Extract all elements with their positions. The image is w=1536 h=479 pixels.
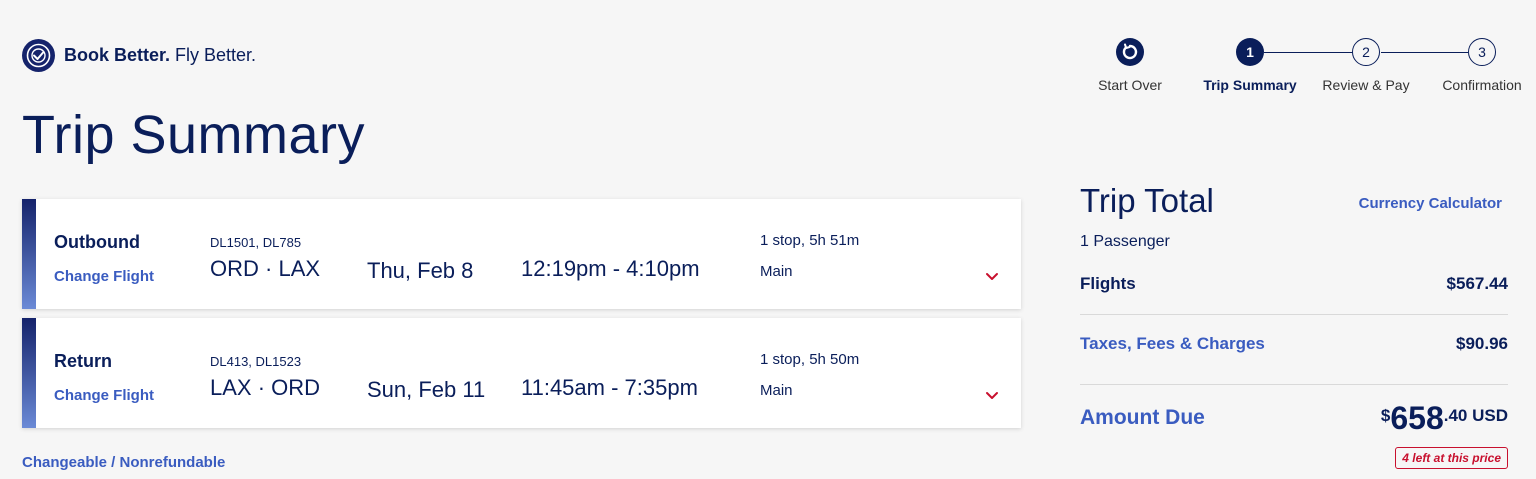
flight-card-outbound: Outbound Change Flight DL1501, DL785 ORD… — [22, 199, 1021, 309]
chevron-down-icon[interactable] — [984, 271, 1000, 283]
flight-date: Thu, Feb 8 — [367, 258, 474, 283]
chevron-down-icon[interactable] — [984, 390, 1000, 402]
change-flight-link[interactable]: Change Flight — [54, 268, 154, 285]
amount-due-label: Amount Due — [1080, 406, 1205, 429]
brand: Book Better. Fly Better. — [22, 39, 256, 72]
cabin-class: Main — [760, 263, 793, 280]
fare-condition-link[interactable]: Changeable / Nonrefundable — [22, 454, 225, 471]
origin: ORD — [210, 256, 259, 281]
change-flight-link[interactable]: Change Flight — [54, 387, 154, 404]
step-number: 2 — [1352, 38, 1380, 66]
destination: LAX — [278, 256, 321, 281]
stops-duration: 1 stop, 5h 51m — [760, 232, 860, 249]
start-over-label: Start Over — [1098, 77, 1162, 93]
amount-cents: .40 USD — [1443, 406, 1508, 425]
flights-label: Flights — [1080, 274, 1136, 293]
flight-direction: Outbound — [54, 232, 140, 252]
divider — [1080, 384, 1508, 385]
taxes-fees-link[interactable]: Taxes, Fees & Charges — [1080, 334, 1265, 354]
destination: ORD — [271, 375, 321, 400]
flights-value: $567.44 — [1446, 274, 1508, 293]
start-over-button[interactable]: Start Over — [1082, 38, 1178, 93]
step-label: Review & Pay — [1322, 77, 1410, 93]
taxes-value: $90.96 — [1456, 334, 1508, 353]
cabin-class: Main — [760, 382, 793, 399]
passenger-count: 1 Passenger — [1080, 233, 1170, 250]
step-label: Confirmation — [1442, 77, 1522, 93]
amount-due-value: $658.40 USD — [1381, 400, 1508, 437]
delta-globe-icon — [22, 39, 55, 72]
divider — [1080, 314, 1508, 315]
origin: LAX — [210, 375, 252, 400]
stops-duration: 1 stop, 5h 50m — [760, 351, 860, 368]
flight-numbers: DL413, DL1523 — [210, 354, 302, 369]
flight-card-return: Return Change Flight DL413, DL1523 LAX ·… — [22, 318, 1021, 428]
flight-direction: Return — [54, 351, 112, 371]
step-number: 3 — [1468, 38, 1496, 66]
flight-date: Sun, Feb 11 — [367, 377, 486, 402]
booking-stepper: Start Over 1 Trip Summary 2 Review & Pay… — [1080, 38, 1536, 98]
step-confirmation: 3 Confirmation — [1430, 38, 1534, 93]
step-trip-summary: 1 Trip Summary — [1192, 38, 1308, 93]
flight-numbers: DL1501, DL785 — [210, 235, 302, 250]
amount-dollars: 658 — [1390, 400, 1444, 436]
route-separator: · — [258, 256, 279, 281]
currency-symbol: $ — [1380, 406, 1391, 425]
trip-total-title: Trip Total — [1080, 182, 1214, 219]
scarcity-badge: 4 left at this price — [1395, 447, 1508, 469]
flight-times: 11:45am - 7:35pm — [521, 375, 698, 400]
flight-times: 12:19pm - 4:10pm — [521, 256, 700, 281]
page-title: Trip Summary — [22, 105, 366, 165]
route: ORD · LAX — [210, 256, 320, 282]
route: LAX · ORD — [210, 375, 320, 401]
restart-icon — [1116, 38, 1144, 66]
route-separator: · — [251, 375, 272, 400]
currency-calculator-link[interactable]: Currency Calculator — [1359, 195, 1502, 212]
step-label: Trip Summary — [1203, 77, 1297, 93]
step-number: 1 — [1236, 38, 1264, 66]
step-review-pay: 2 Review & Pay — [1316, 38, 1416, 93]
brand-tagline: Book Better. Fly Better. — [64, 45, 257, 65]
